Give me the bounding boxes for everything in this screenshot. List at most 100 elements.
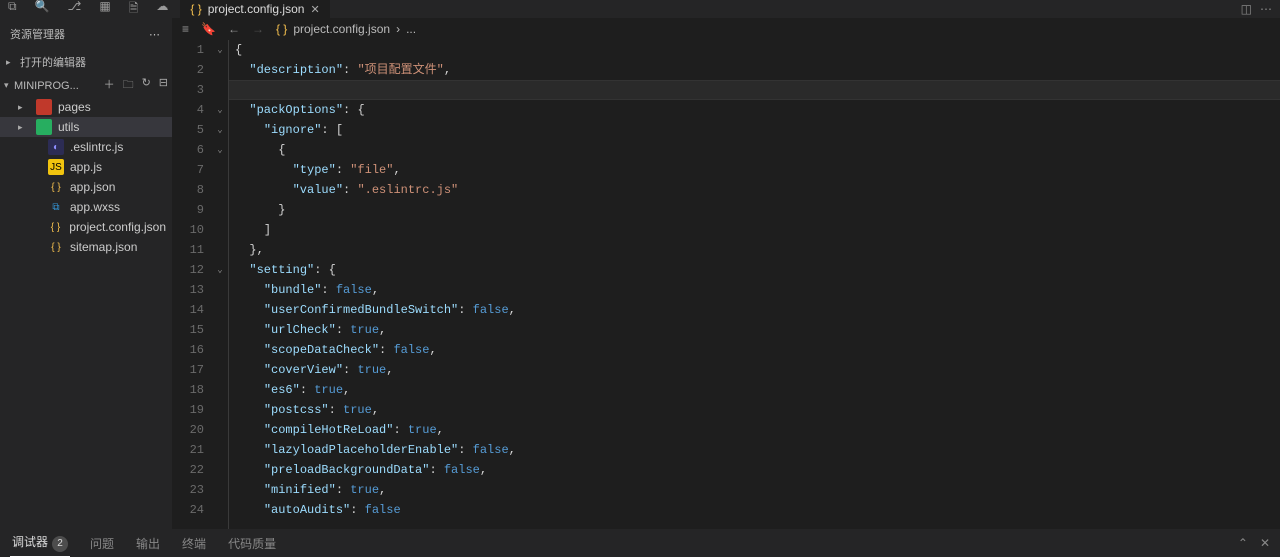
line-number: 20 xyxy=(172,420,204,440)
tab-project-config[interactable]: { } project.config.json ✕ xyxy=(180,0,329,18)
tree-item-label: sitemap.json xyxy=(70,240,137,254)
code-line[interactable]: "urlCheck": true, xyxy=(229,320,1280,340)
sidebar-header: 资源管理器 ⋯ xyxy=(0,18,172,50)
code-line[interactable]: } xyxy=(229,200,1280,220)
code-line[interactable]: "setting": { xyxy=(229,260,1280,280)
fold-icon[interactable]: ⌄ xyxy=(212,120,228,140)
code-line[interactable]: "packOptions": { xyxy=(229,100,1280,120)
line-number: 19 xyxy=(172,400,204,420)
fold-icon xyxy=(212,440,228,460)
code-line[interactable]: "description": "项目配置文件", xyxy=(229,60,1280,80)
fold-icon[interactable]: ⌄ xyxy=(212,100,228,120)
folder-icon xyxy=(36,99,52,115)
extensions-icon[interactable]: ▦ xyxy=(99,0,110,20)
line-number: 17 xyxy=(172,360,204,380)
panel-tab-输出[interactable]: 输出 xyxy=(134,531,162,556)
fold-icon xyxy=(212,320,228,340)
code-line[interactable]: "userConfirmedBundleSwitch": false, xyxy=(229,300,1280,320)
more-icon[interactable]: ⋯ xyxy=(1260,2,1272,16)
file-icon: { } xyxy=(48,219,64,235)
code-line[interactable]: "bundle": false, xyxy=(229,280,1280,300)
docs-icon[interactable]: 🗎 xyxy=(129,0,139,20)
code-line[interactable]: "type": "file", xyxy=(229,160,1280,180)
tree-item-app-js[interactable]: JSapp.js xyxy=(0,157,172,177)
panel-tab-终端[interactable]: 终端 xyxy=(180,531,208,556)
fold-icon xyxy=(212,180,228,200)
panel-tab-问题[interactable]: 问题 xyxy=(88,531,116,556)
fold-icon xyxy=(212,340,228,360)
code-line[interactable]: { xyxy=(229,140,1280,160)
json-icon: { } xyxy=(190,2,201,16)
fold-icon xyxy=(212,300,228,320)
search-icon[interactable]: 🔍 xyxy=(35,0,50,20)
code-line[interactable]: "lazyloadPlaceholderEnable": false, xyxy=(229,440,1280,460)
tree-item-pages[interactable]: ▸pages xyxy=(0,97,172,117)
chevron-icon: ▸ xyxy=(18,122,30,133)
fold-icon[interactable]: ⌄ xyxy=(212,260,228,280)
code-line[interactable]: "value": ".eslintrc.js" xyxy=(229,180,1280,200)
new-file-icon[interactable]: ＋ xyxy=(104,76,115,95)
breadcrumb[interactable]: { } project.config.json › ... xyxy=(276,22,416,36)
code-line[interactable]: "es6": true, xyxy=(229,380,1280,400)
code-line[interactable]: "postcss": true, xyxy=(229,400,1280,420)
files-icon[interactable]: ⧉ xyxy=(8,0,17,20)
fold-icon[interactable]: ⌄ xyxy=(212,140,228,160)
code-line[interactable]: "scopeDataCheck": false, xyxy=(229,340,1280,360)
back-icon[interactable]: ← xyxy=(228,22,240,36)
bookmark-icon[interactable]: 🔖 xyxy=(201,22,216,36)
tree-item-app-json[interactable]: { }app.json xyxy=(0,177,172,197)
line-number: 3 xyxy=(172,80,204,100)
branch-icon[interactable]: ⎇ xyxy=(68,0,82,20)
panel-tab-调试器[interactable]: 调试器2 xyxy=(10,529,70,557)
code-view[interactable]: ↖ { "description": "项目配置文件", "packOption… xyxy=(228,40,1280,529)
line-number: 4 xyxy=(172,100,204,120)
code-line[interactable]: "autoAudits": false xyxy=(229,500,1280,520)
tab-title: project.config.json xyxy=(208,2,305,16)
line-number-gutter: 123456789101112131415161718192021222324 xyxy=(172,40,212,529)
line-number: 6 xyxy=(172,140,204,160)
line-number: 14 xyxy=(172,300,204,320)
refresh-icon[interactable]: ↻ xyxy=(142,76,151,95)
panel-close-icon[interactable]: ✕ xyxy=(1260,536,1270,550)
code-line[interactable]: "compileHotReLoad": true, xyxy=(229,420,1280,440)
tree-item-app-wxss[interactable]: ⧉app.wxss xyxy=(0,197,172,217)
code-line[interactable]: }, xyxy=(229,240,1280,260)
code-line[interactable]: "coverView": true, xyxy=(229,360,1280,380)
panel-chevron-icon[interactable]: ⌃ xyxy=(1238,536,1248,550)
outline-icon[interactable]: ≡ xyxy=(182,22,189,36)
editor-content[interactable]: 123456789101112131415161718192021222324 … xyxy=(172,40,1280,529)
tree-item-label: pages xyxy=(58,100,91,114)
fold-column: ⌄⌄⌄⌄⌄ xyxy=(212,40,228,529)
panel-tab-badge: 2 xyxy=(52,536,68,552)
tree-item-sitemap-json[interactable]: { }sitemap.json xyxy=(0,237,172,257)
code-line[interactable]: ] xyxy=(229,220,1280,240)
tab-close-icon[interactable]: ✕ xyxy=(310,3,319,16)
sidebar: 资源管理器 ⋯ ▸ 打开的编辑器 ▾ MINIPROG... ＋ 🗀 ↻ ⊟ ▸… xyxy=(0,18,172,529)
titlebar-right-icons: ◫ ⋯ xyxy=(1241,2,1280,16)
collapse-icon[interactable]: ⊟ xyxy=(159,76,168,95)
code-line[interactable] xyxy=(229,80,1280,100)
json-icon: { } xyxy=(276,22,287,36)
forward-icon[interactable]: → xyxy=(252,22,264,36)
code-line[interactable]: "minified": true, xyxy=(229,480,1280,500)
cloud-icon[interactable]: ☁ xyxy=(156,0,168,20)
breadcrumb-more: ... xyxy=(406,22,416,36)
tree-item-label: app.json xyxy=(70,180,115,194)
tree-item-project-config-json[interactable]: { }project.config.json xyxy=(0,217,172,237)
fold-icon xyxy=(212,60,228,80)
code-line[interactable]: "ignore": [ xyxy=(229,120,1280,140)
split-editor-icon[interactable]: ◫ xyxy=(1241,2,1252,16)
chevron-down-icon: ▾ xyxy=(4,80,14,91)
sidebar-more-icon[interactable]: ⋯ xyxy=(149,28,162,41)
code-line[interactable]: "preloadBackgroundData": false, xyxy=(229,460,1280,480)
tree-item--eslintrc-js[interactable]: ◐.eslintrc.js xyxy=(0,137,172,157)
file-tree: ▸pages▸utils◐.eslintrc.jsJSapp.js{ }app.… xyxy=(0,97,172,529)
panel-tab-代码质量[interactable]: 代码质量 xyxy=(226,531,278,556)
new-folder-icon[interactable]: 🗀 xyxy=(123,76,134,95)
fold-icon[interactable]: ⌄ xyxy=(212,40,228,60)
tree-item-utils[interactable]: ▸utils xyxy=(0,117,172,137)
project-header[interactable]: ▾ MINIPROG... ＋ 🗀 ↻ ⊟ xyxy=(0,74,172,97)
open-editors-header[interactable]: ▸ 打开的编辑器 xyxy=(0,50,172,74)
line-number: 23 xyxy=(172,480,204,500)
code-line[interactable]: { xyxy=(229,40,1280,60)
